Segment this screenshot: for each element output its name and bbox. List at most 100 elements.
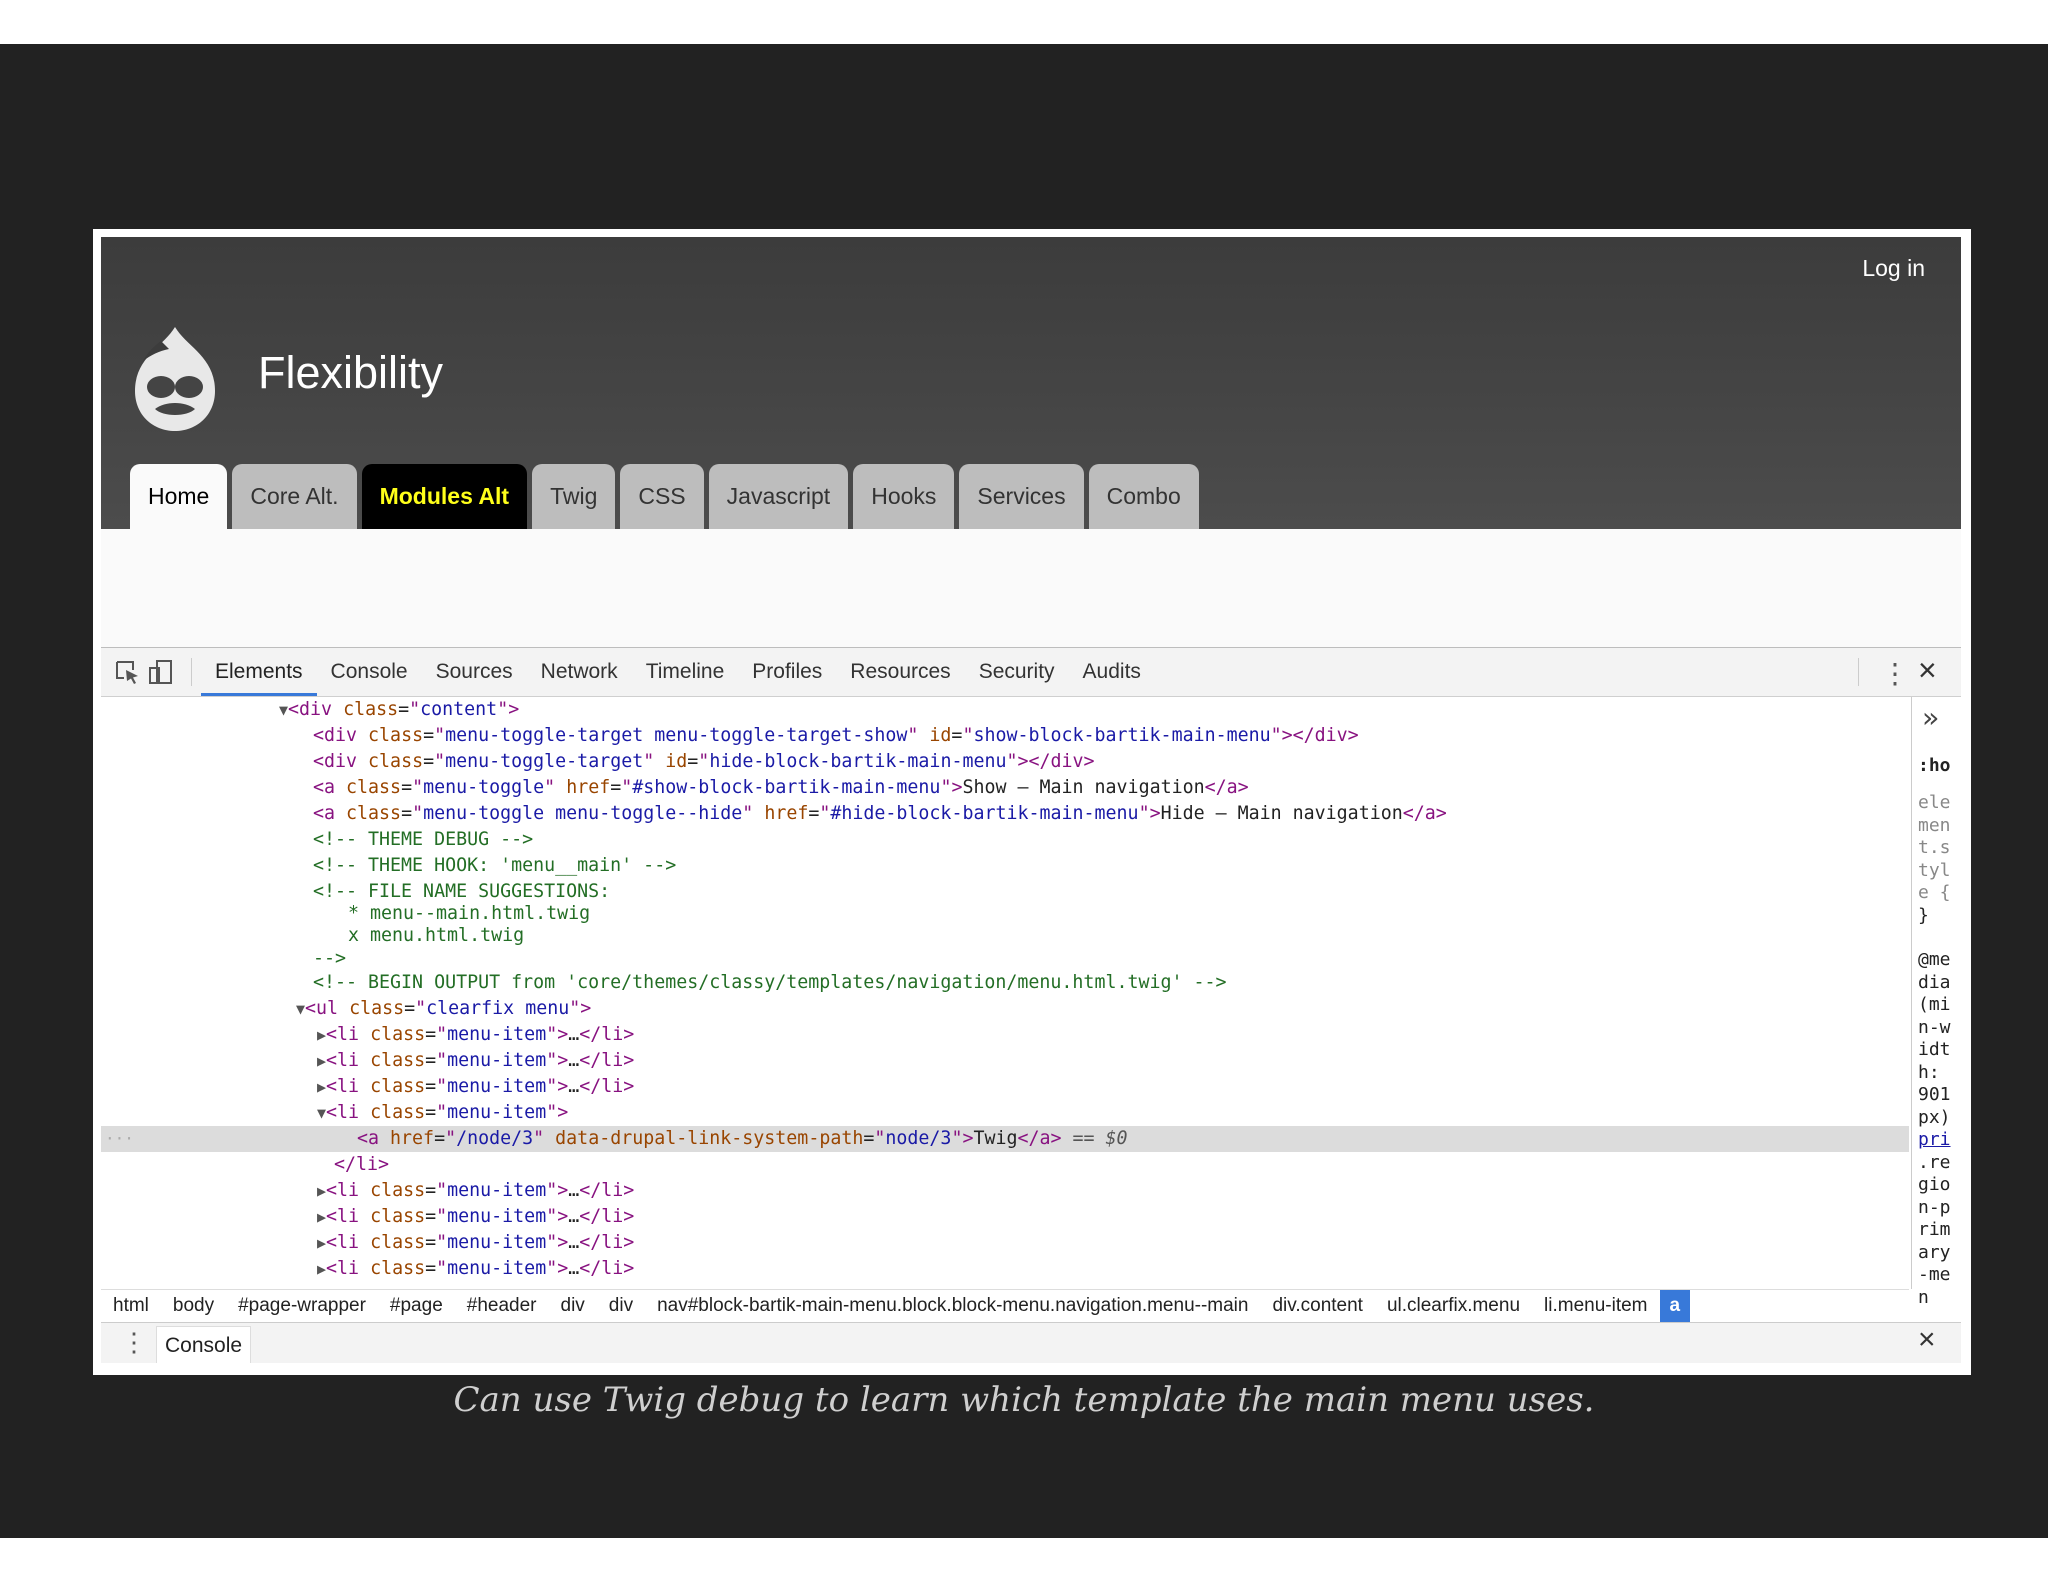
media-rule: @media (min-width: 901px) pri .region-prim… [1918, 949, 1958, 1309]
nav-tab-javascript[interactable]: Javascript [708, 464, 849, 529]
breadcrumb-item[interactable]: div.content [1260, 1290, 1374, 1322]
tree-node-div-toggle-target-hide[interactable]: <div class="menu-toggle-target" id="hide… [101, 749, 1909, 775]
attr-value: menu-item [447, 1232, 547, 1253]
breadcrumb-item[interactable]: ul.clearfix.menu [1375, 1290, 1532, 1322]
nav-tab-css[interactable]: CSS [620, 464, 704, 529]
console-drawer: ⋮ Console × [101, 1322, 1961, 1363]
attr-value: menu-toggle [423, 777, 545, 798]
tree-node-div-toggle-target-show[interactable]: <div class="menu-toggle-target menu-togg… [101, 723, 1909, 749]
nav-tab-modules-alt[interactable]: Modules Alt [361, 464, 528, 529]
node-actions-dots[interactable]: ··· [105, 1126, 134, 1152]
css-selector[interactable]: .region-primary-men [1918, 1152, 1951, 1308]
inspect-element-icon[interactable] [113, 658, 141, 686]
devtools-tab-timeline[interactable]: Timeline [632, 648, 739, 696]
attr-value: menu-item [447, 1050, 547, 1071]
breadcrumb: html body #page-wrapper #page #header di… [101, 1289, 1909, 1322]
breadcrumb-item[interactable]: html [101, 1290, 161, 1322]
breadcrumb-item[interactable]: body [161, 1290, 226, 1322]
device-mode-icon[interactable] [147, 658, 175, 686]
hover-state-toggle[interactable]: :ho [1918, 755, 1961, 776]
toolbar-divider [1858, 658, 1859, 686]
breadcrumb-item[interactable]: div [597, 1290, 645, 1322]
attr-value: clearfix menu [426, 998, 570, 1019]
devtools-tab-elements[interactable]: Elements [201, 648, 317, 696]
element-style-rule[interactable]: element.style {} [1918, 792, 1958, 927]
media-query: @media (min-width: 901px) [1918, 949, 1951, 1128]
tree-node-div-content[interactable]: ▼<div class="content"> [101, 697, 1909, 723]
comment-theme-hook[interactable]: <!-- THEME HOOK: 'menu__main' --> [101, 853, 1909, 879]
browser-viewport: Log in Flexibility Home Core Alt. Module… [101, 237, 1961, 1363]
devtools-tab-console[interactable]: Console [317, 648, 422, 696]
stylesheet-link[interactable]: pri [1918, 1129, 1951, 1150]
chevron-double-right-icon[interactable]: » [1922, 701, 1939, 734]
devtools-tab-resources[interactable]: Resources [836, 648, 964, 696]
slide-caption: Can use Twig debug to learn which templa… [453, 1380, 1595, 1420]
drawer-tab-console[interactable]: Console [156, 1326, 252, 1363]
breadcrumb-item[interactable]: #page [378, 1290, 455, 1322]
tree-node-a-twig-selected[interactable]: ··· <a href="/node/3" data-drupal-link-sy… [101, 1126, 1909, 1152]
attr-value: #hide-block-bartik-main-menu [830, 803, 1139, 824]
devtools-tab-profiles[interactable]: Profiles [738, 648, 836, 696]
tree-node-li-menu-item[interactable]: ▶<li class="menu-item">…</li> [101, 1204, 1909, 1230]
node-text: Hide – Main navigation [1160, 803, 1403, 824]
elements-tree: ▼<div class="content"> <div class="menu-… [101, 697, 1909, 1289]
nav-tab-combo[interactable]: Combo [1088, 464, 1199, 529]
style-selector: element.style { [1918, 792, 1951, 903]
breadcrumb-item[interactable]: li.menu-item [1532, 1290, 1659, 1322]
tree-node-li-menu-item[interactable]: ▶<li class="menu-item">…</li> [101, 1074, 1909, 1100]
site-header: Log in Flexibility Home Core Alt. Module… [101, 237, 1961, 529]
tree-node-a-menu-toggle-hide[interactable]: <a class="menu-toggle menu-toggle--hide"… [101, 801, 1909, 827]
attr-value: node/3 [885, 1128, 952, 1149]
tree-node-li-close[interactable]: </li> [101, 1152, 1909, 1178]
attr-value: #show-block-bartik-main-menu [632, 777, 941, 798]
attr-value: content [420, 699, 498, 720]
breadcrumb-item[interactable]: #page-wrapper [226, 1290, 378, 1322]
tree-node-li-menu-item[interactable]: ▶<li class="menu-item">…</li> [101, 1022, 1909, 1048]
attr-value: menu-item [447, 1180, 547, 1201]
devtools-tab-sources[interactable]: Sources [422, 648, 527, 696]
nav-tab-hooks[interactable]: Hooks [853, 464, 955, 529]
selected-node-marker: == $0 [1072, 1128, 1128, 1149]
node-text: Show – Main navigation [962, 777, 1205, 798]
style-close-brace: } [1918, 904, 1929, 926]
comment-theme-debug[interactable]: <!-- THEME DEBUG --> [101, 827, 1909, 853]
devtools-tab-audits[interactable]: Audits [1069, 648, 1155, 696]
tree-node-a-menu-toggle[interactable]: <a class="menu-toggle" href="#show-block… [101, 775, 1909, 801]
nav-tab-services[interactable]: Services [959, 464, 1084, 529]
tree-node-ul-menu[interactable]: ▼<ul class="clearfix menu"> [101, 996, 1909, 1022]
breadcrumb-item[interactable]: div [549, 1290, 597, 1322]
screenshot-frame: Log in Flexibility Home Core Alt. Module… [93, 229, 1971, 1375]
devtools-tab-network[interactable]: Network [527, 648, 632, 696]
attr-value: menu-toggle menu-toggle--hide [423, 803, 743, 824]
devtools-tabs: Elements Console Sources Network Timelin… [201, 648, 1155, 696]
more-options-icon[interactable]: ⋮ [1881, 657, 1909, 690]
tree-node-li-menu-item[interactable]: ▶<li class="menu-item">…</li> [101, 1230, 1909, 1256]
comment-begin-output[interactable]: <!-- BEGIN OUTPUT from 'core/themes/clas… [101, 970, 1909, 996]
site-name[interactable]: Flexibility [258, 347, 443, 399]
tree-node-li-menu-item[interactable]: ▶<li class="menu-item">…</li> [101, 1178, 1909, 1204]
breadcrumb-item[interactable]: nav#block-bartik-main-menu.block.block-m… [645, 1290, 1260, 1322]
tree-node-li-menu-item-expanded[interactable]: ▼<li class="menu-item"> [101, 1100, 1909, 1126]
drawer-menu-icon[interactable]: ⋮ [121, 1327, 147, 1358]
nav-tab-core-alt[interactable]: Core Alt. [232, 464, 357, 529]
login-link[interactable]: Log in [1862, 255, 1925, 282]
toolbar-divider [191, 658, 192, 686]
attr-value: menu-item [447, 1076, 547, 1097]
attr-value: /node/3 [456, 1128, 534, 1149]
attr-value: menu-item [447, 1024, 547, 1045]
nav-tab-home[interactable]: Home [130, 464, 228, 529]
nav-tab-twig[interactable]: Twig [532, 464, 616, 529]
tree-node-li-menu-item[interactable]: ▶<li class="menu-item">…</li> [101, 1256, 1909, 1282]
breadcrumb-item[interactable]: #header [455, 1290, 549, 1322]
close-devtools-icon[interactable]: × [1918, 652, 1937, 689]
close-drawer-icon[interactable]: × [1918, 1323, 1936, 1357]
attr-value: hide-block-bartik-main-menu [709, 751, 1007, 772]
breadcrumb-item-active[interactable]: a [1659, 1290, 1691, 1322]
tree-node-li-menu-item[interactable]: ▶<li class="menu-item">…</li> [101, 1048, 1909, 1074]
styles-sidebar: » :ho element.style {} @media (min-width… [1911, 697, 1961, 1308]
devtools-tab-security[interactable]: Security [965, 648, 1069, 696]
attr-value: menu-item [447, 1258, 547, 1279]
attr-name: data-drupal-link-system-path [555, 1128, 864, 1149]
attr-value: menu-toggle-target menu-toggle-target-sh… [445, 725, 908, 746]
devtools-panel: Elements Console Sources Network Timelin… [101, 647, 1961, 1363]
